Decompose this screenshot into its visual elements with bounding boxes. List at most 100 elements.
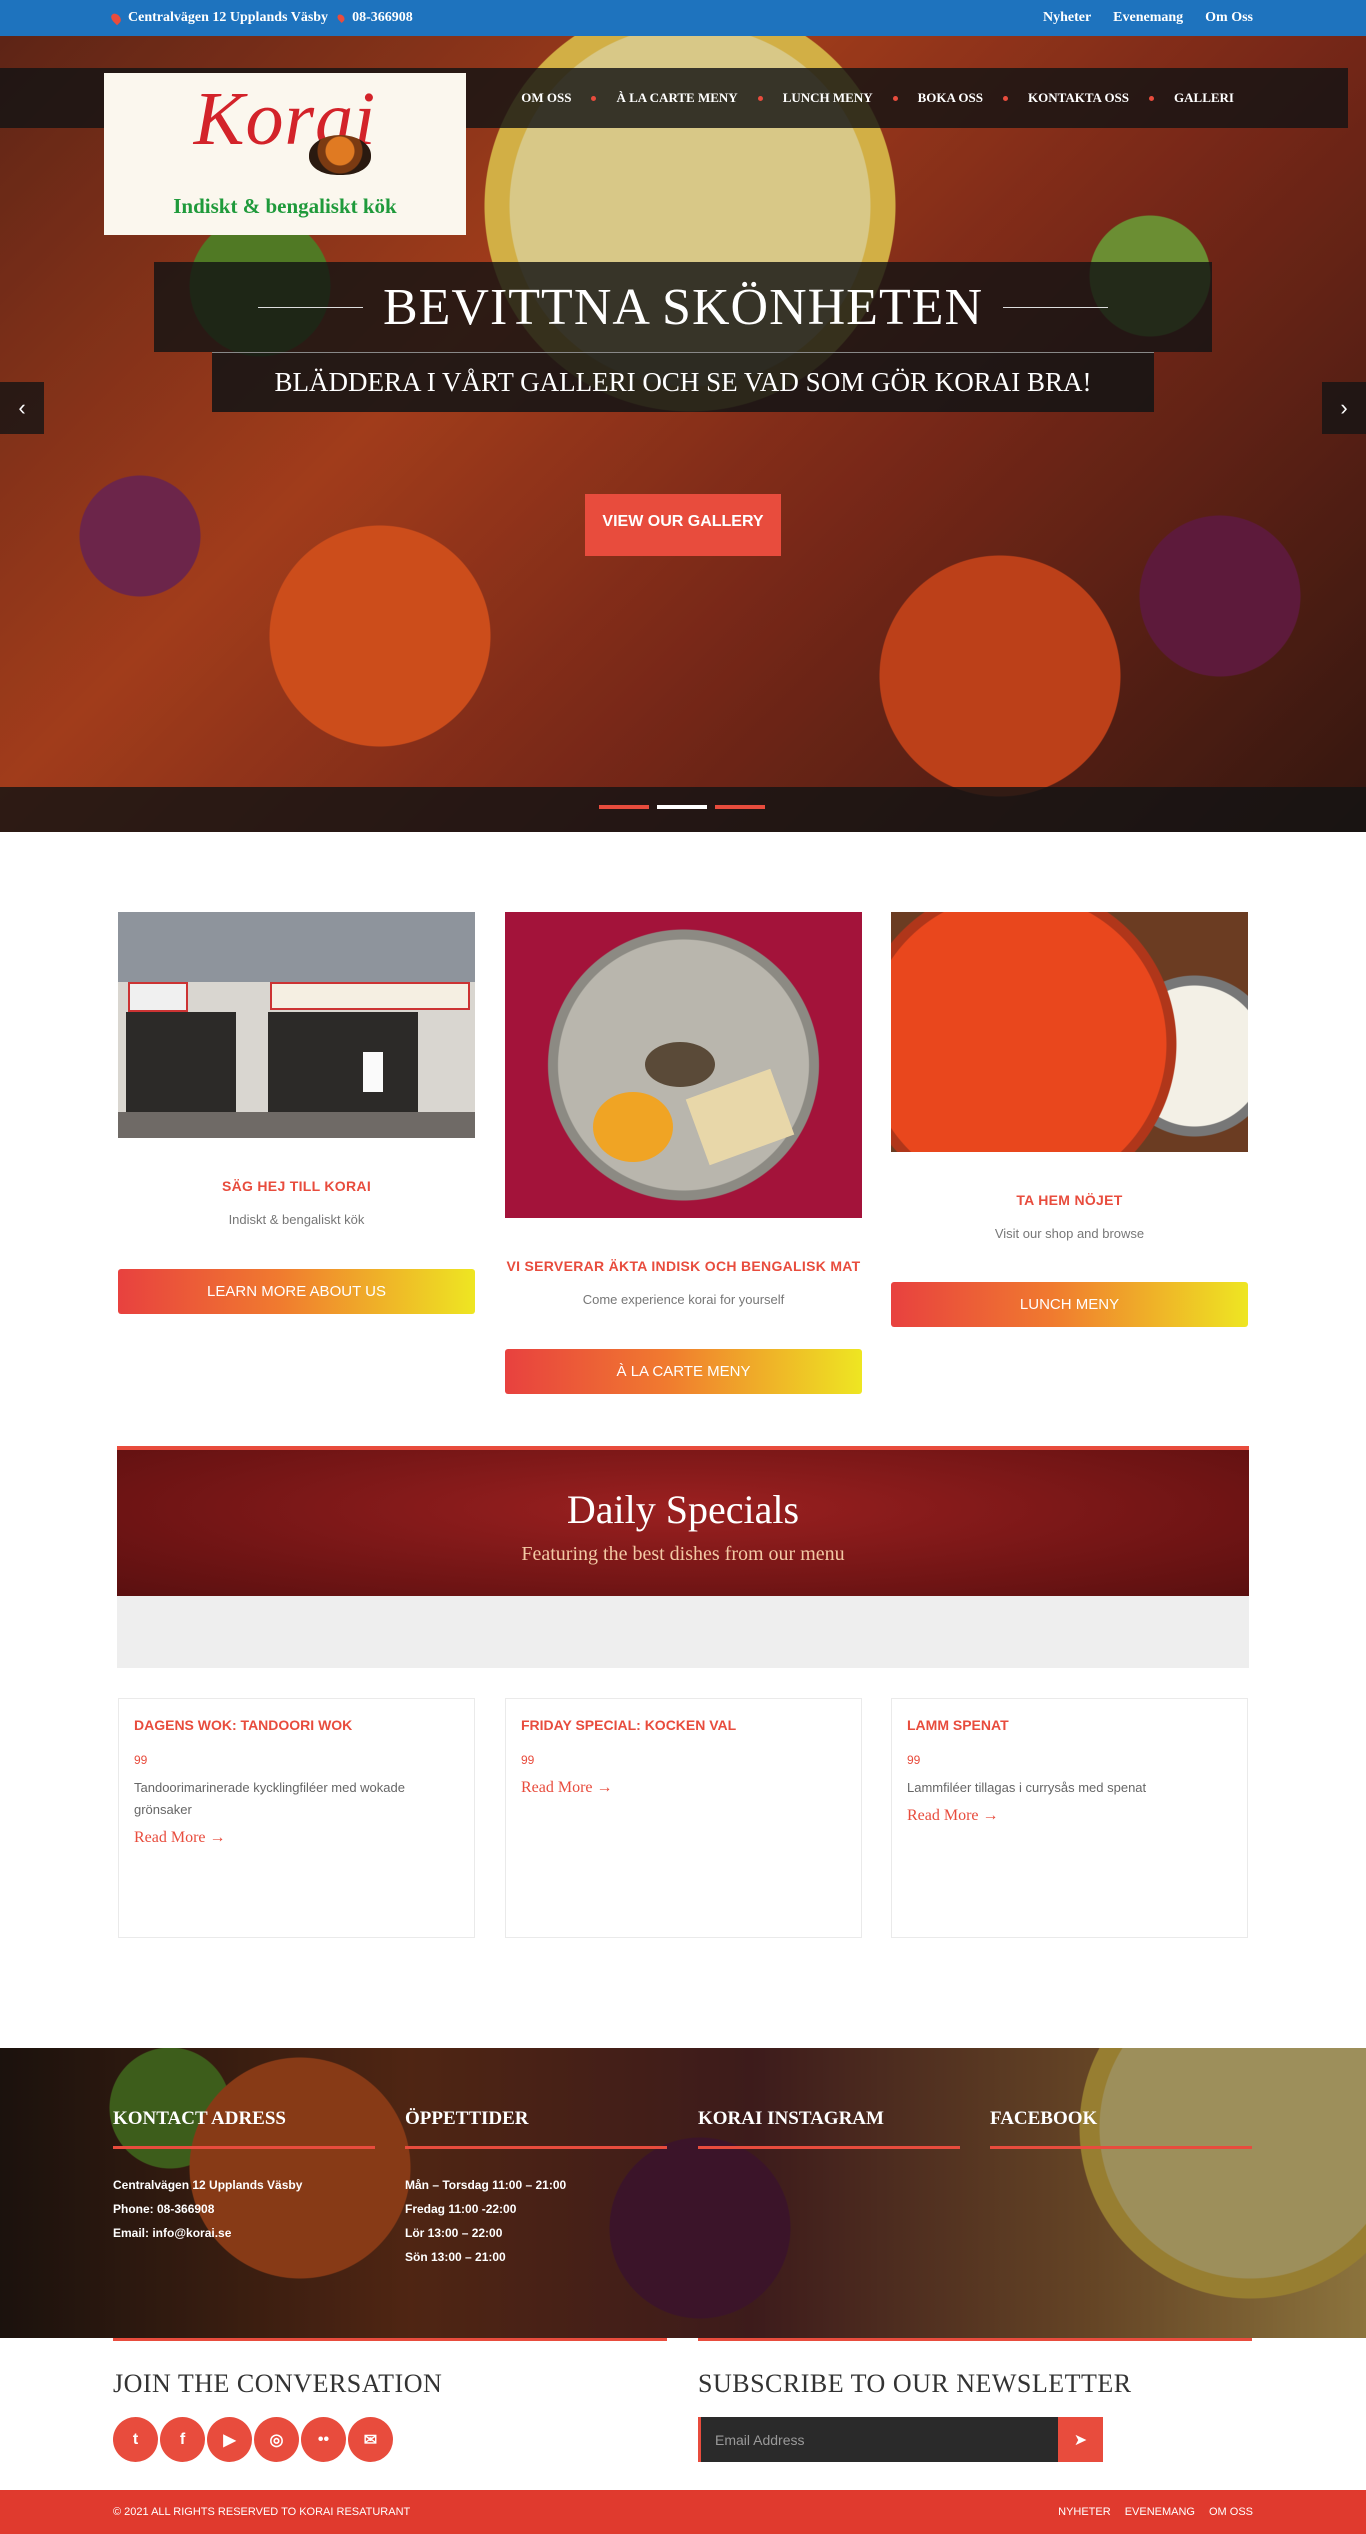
top-bar: Centralvägen 12 Upplands Väsby 08-366908… xyxy=(0,0,1366,36)
view-gallery-button[interactable]: VIEW OUR GALLERY xyxy=(585,494,781,556)
social-links: t f ▶ ◎ •• ✉ xyxy=(113,2417,667,2462)
chevron-right-icon: › xyxy=(1340,395,1348,420)
email-icon[interactable]: ✉ xyxy=(348,2417,393,2462)
bottom-links: NYHETER EVENEMANG OM OSS xyxy=(1058,2506,1253,2518)
footer-hours: ÖPPETTIDER Mån – Torsdag 11:00 – 21:00 F… xyxy=(405,2108,667,2269)
chevron-left-icon: ‹ xyxy=(18,395,26,420)
daily-specials-subtitle: Featuring the best dishes from our menu xyxy=(521,1543,845,1565)
bottom-link-om-oss[interactable]: OM OSS xyxy=(1209,2506,1253,2518)
top-contact: Centralvägen 12 Upplands Väsby 08-366908 xyxy=(109,10,413,26)
top-links: Nyheter Evenemang Om Oss xyxy=(1043,10,1253,26)
nav-a-la-carte[interactable]: À LA CARTE MENY xyxy=(616,90,737,106)
hours-line: Mån – Torsdag 11:00 – 21:00 xyxy=(405,2178,567,2192)
hours-line: Fredag 11:00 -22:00 xyxy=(405,2202,517,2216)
nav-separator xyxy=(591,95,597,101)
map-pin-icon xyxy=(109,11,123,25)
top-phone[interactable]: 08-366908 xyxy=(352,10,413,26)
nav-kontakta-oss[interactable]: KONTAKTA OSS xyxy=(1028,90,1129,106)
feature-title: VI SERVERAR ÄKTA INDISK OCH BENGALISK MA… xyxy=(506,1258,861,1274)
top-link-om-oss[interactable]: Om Oss xyxy=(1205,10,1253,26)
read-more-link[interactable]: Read More → xyxy=(134,1829,226,1847)
feature-desc: Come experience korai for yourself xyxy=(582,1292,785,1307)
bottom-link-evenemang[interactable]: EVENEMANG xyxy=(1125,2506,1195,2518)
phone-icon xyxy=(336,13,347,23)
hero-slider: OM OSS À LA CARTE MENY LUNCH MENY BOKA O… xyxy=(0,36,1366,832)
nav-separator xyxy=(1149,95,1155,101)
site-logo[interactable]: Korai Indiskt & bengaliskt kök xyxy=(104,73,466,235)
flickr-icon[interactable]: •• xyxy=(301,2417,346,2462)
send-button[interactable]: ➤ xyxy=(1058,2417,1103,2462)
nav-boka-oss[interactable]: BOKA OSS xyxy=(918,90,983,106)
butter-chicken-image xyxy=(891,912,1248,1152)
restaurant-storefront-image xyxy=(118,912,475,1138)
join-title: JOIN THE CONVERSATION xyxy=(113,2369,443,2398)
nav-separator xyxy=(892,95,898,101)
instagram-icon[interactable]: ◎ xyxy=(254,2417,299,2462)
special-price: 99 xyxy=(134,1753,148,1767)
footer-email[interactable]: Email: info@korai.se xyxy=(113,2221,375,2245)
special-title[interactable]: LAMM SPENAT xyxy=(907,1717,1232,1733)
special-card: DAGENS WOK: TANDOORI WOK 99 Tandoorimari… xyxy=(118,1698,475,1938)
feature-title: SÄG HEJ TILL KORAI xyxy=(221,1178,372,1194)
newsletter: SUBSCRIBE TO OUR NEWSLETTER ➤ xyxy=(698,2338,1252,2462)
special-price: 99 xyxy=(521,1753,535,1767)
slider-dots xyxy=(599,805,765,809)
paper-plane-icon: ➤ xyxy=(1073,2431,1088,2449)
slider-dot-active[interactable] xyxy=(657,805,707,809)
slider-next-button[interactable]: › xyxy=(1322,382,1366,434)
youtube-icon[interactable]: ▶ xyxy=(207,2417,252,2462)
bottom-bar: © 2021 ALL RIGHTS RESERVED TO KORAI RESA… xyxy=(0,2490,1366,2534)
facebook-icon[interactable]: f xyxy=(160,2417,205,2462)
hours-line: Sön 13:00 – 21:00 xyxy=(405,2250,506,2264)
cooking-pot-icon xyxy=(309,135,371,175)
divider xyxy=(257,306,363,308)
slider-prev-button[interactable]: ‹ xyxy=(0,382,44,434)
hero-subtitle: BLÄDDERA I VÅRT GALLERI OCH SE VAD SOM G… xyxy=(274,367,1092,397)
footer-contact: KONTACT ADRESS Centralvägen 12 Upplands … xyxy=(113,2108,375,2245)
nav-separator xyxy=(1003,95,1008,101)
feature-col-2: VI SERVERAR ÄKTA INDISK OCH BENGALISK MA… xyxy=(505,912,862,1396)
special-card: FRIDAY SPECIAL: KOCKEN VAL 99 Read More … xyxy=(505,1698,862,1938)
footer-contact-title: KONTACT ADRESS xyxy=(113,2108,375,2149)
hero-subtitle-box: BLÄDDERA I VÅRT GALLERI OCH SE VAD SOM G… xyxy=(212,352,1154,412)
newsletter-title: SUBSCRIBE TO OUR NEWSLETTER xyxy=(698,2369,1132,2398)
thali-plate-image xyxy=(505,912,862,1218)
a-la-carte-button[interactable]: À LA CARTE MENY xyxy=(505,1349,862,1394)
newsletter-email-input[interactable] xyxy=(698,2417,1058,2462)
copyright: © 2021 ALL RIGHTS RESERVED TO KORAI RESA… xyxy=(113,2506,411,2518)
footer-address: Centralvägen 12 Upplands Väsby xyxy=(113,2178,303,2192)
special-title[interactable]: DAGENS WOK: TANDOORI WOK xyxy=(134,1717,459,1733)
nav-om-oss[interactable]: OM OSS xyxy=(521,90,571,106)
top-link-evenemang[interactable]: Evenemang xyxy=(1113,10,1183,26)
specials-tab-bar xyxy=(117,1596,1249,1668)
footer-instagram-title: KORAI INSTAGRAM xyxy=(698,2108,960,2149)
hero-title: BEVITTNA SKÖNHETEN xyxy=(382,278,984,336)
slider-dot[interactable] xyxy=(599,805,649,809)
join-conversation: JOIN THE CONVERSATION t f ▶ ◎ •• ✉ xyxy=(113,2338,667,2462)
learn-more-button[interactable]: LEARN MORE ABOUT US xyxy=(118,1269,475,1314)
bottom-link-nyheter[interactable]: NYHETER xyxy=(1058,2506,1111,2518)
special-card: LAMM SPENAT 99 Lammfiléer tillagas i cur… xyxy=(891,1698,1248,1938)
special-title[interactable]: FRIDAY SPECIAL: KOCKEN VAL xyxy=(521,1717,846,1733)
footer-instagram: KORAI INSTAGRAM xyxy=(698,2108,960,2149)
footer-hours-title: ÖPPETTIDER xyxy=(405,2108,667,2149)
read-more-link[interactable]: Read More → xyxy=(521,1779,613,1797)
slider-dot[interactable] xyxy=(715,805,765,809)
top-address: Centralvägen 12 Upplands Väsby xyxy=(128,10,329,25)
slider-footer xyxy=(0,787,1366,832)
special-desc: Lammfiléer tillagas i currysås med spena… xyxy=(907,1780,1147,1795)
lunch-meny-button[interactable]: LUNCH MENY xyxy=(891,1282,1248,1327)
nav-lunch-meny[interactable]: LUNCH MENY xyxy=(783,90,873,106)
twitter-icon[interactable]: t xyxy=(113,2417,158,2462)
read-more-link[interactable]: Read More → xyxy=(907,1807,999,1825)
special-desc: Tandoorimarinerade kycklingfiléer med wo… xyxy=(134,1780,405,1817)
footer-phone[interactable]: Phone: 08-366908 xyxy=(113,2197,375,2221)
logo-tagline: Indiskt & bengaliskt kök xyxy=(173,194,397,218)
nav-galleri[interactable]: GALLERI xyxy=(1174,90,1234,106)
logo-name: Korai xyxy=(193,77,377,161)
footer-facebook-title: FACEBOOK xyxy=(990,2108,1252,2149)
special-price: 99 xyxy=(907,1753,921,1767)
feature-desc: Visit our shop and browse xyxy=(994,1226,1145,1241)
daily-specials-header: Daily Specials Featuring the best dishes… xyxy=(117,1446,1249,1596)
top-link-nyheter[interactable]: Nyheter xyxy=(1043,10,1091,26)
